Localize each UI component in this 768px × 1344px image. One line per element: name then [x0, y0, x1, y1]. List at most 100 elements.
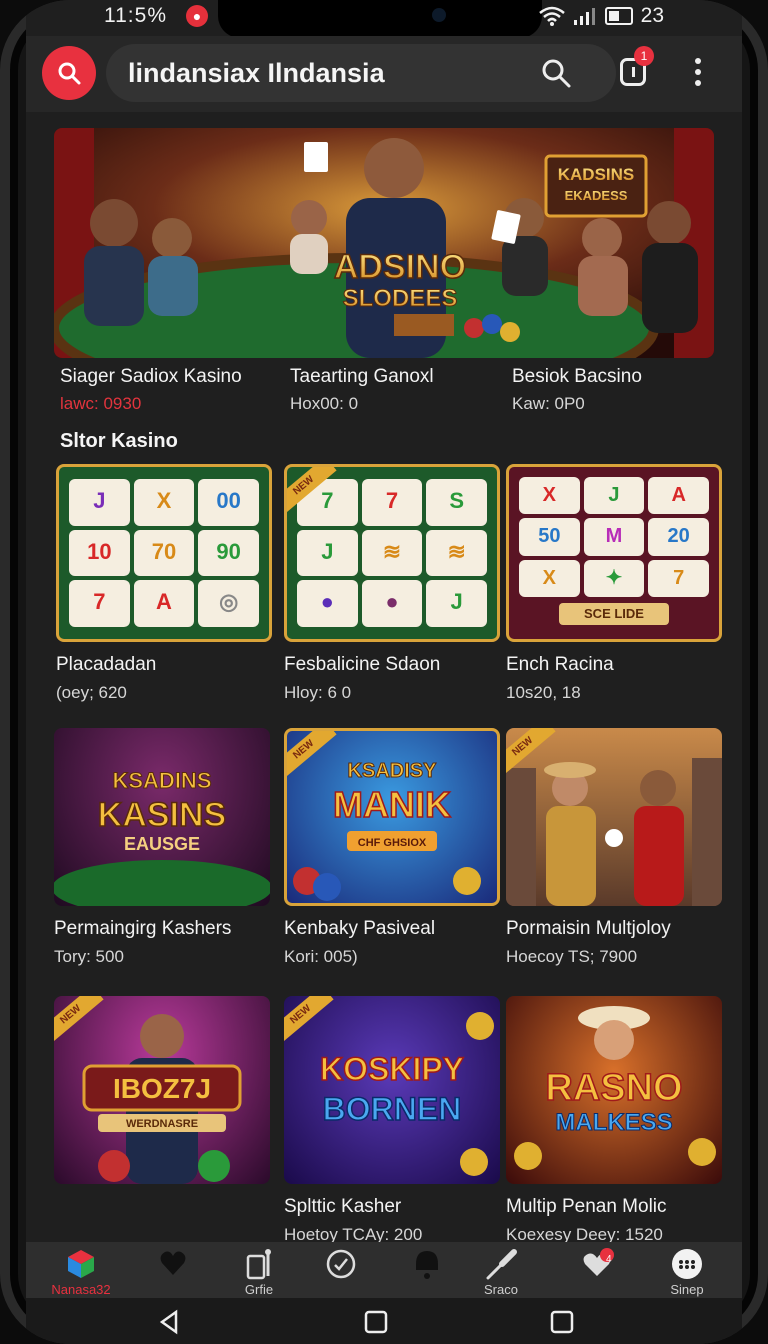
- search-icon: [58, 62, 81, 85]
- content-feed: KADSINS EKADESS ADSINO SLODEES Siager Sa…: [26, 112, 742, 1242]
- nav-item-wishlist[interactable]: 4: [562, 1248, 632, 1282]
- dot-icon: [695, 58, 701, 64]
- manik-art: KSADISY MANIK CHF GHSIOX: [293, 760, 481, 901]
- nav-item-favorites[interactable]: [138, 1248, 208, 1280]
- featured-item[interactable]: Besiok Bacsino Kaw: 0P0: [512, 366, 732, 414]
- reel-symbol: A: [648, 477, 709, 515]
- more-options-button[interactable]: [692, 58, 704, 92]
- banner-headline: ADSINO: [334, 248, 466, 286]
- reel-symbol: A: [133, 580, 195, 627]
- search-query: lindansiax Ilndansia: [128, 58, 385, 88]
- art-line2: WERDNASRE: [126, 1118, 198, 1130]
- art-line1: KOSKIPY: [320, 1051, 464, 1087]
- nav-badge: 4: [606, 1254, 612, 1265]
- back-icon[interactable]: [156, 1308, 184, 1336]
- casino-banner-art: KADSINS EKADESS ADSINO SLODEES: [54, 128, 714, 358]
- rasno-art: RASNO MALKESS: [514, 1006, 716, 1170]
- art-line2: KASINS: [98, 796, 226, 834]
- dot-icon: [695, 80, 701, 86]
- kasins-art: KSADINS KASINS EAUSGE: [54, 768, 270, 906]
- art-line2: MANIK: [333, 784, 451, 825]
- search-submit-icon[interactable]: [539, 56, 573, 90]
- nav-item-more[interactable]: Sinep: [652, 1248, 722, 1297]
- game-card[interactable]: KSADISY MANIK CHF GHSIOX NEW Kenbaky Pas…: [284, 728, 500, 967]
- featured-banner[interactable]: KADSINS EKADESS ADSINO SLODEES: [54, 128, 714, 358]
- nav-item-home[interactable]: Nanasa32: [46, 1248, 116, 1297]
- card-title: Placadadan: [56, 654, 157, 675]
- game-thumbnail: RASNO MALKESS: [506, 996, 722, 1184]
- card-subtitle: Hloy: 6 0: [284, 683, 352, 702]
- game-card[interactable]: KSADINS KASINS EAUSGE Permaingirg Kasher…: [54, 728, 270, 967]
- game-card[interactable]: RASNO MALKESS Multip Penan Molic Koexesy…: [506, 996, 722, 1242]
- koskipy-art: KOSKIPY BORNEN: [319, 1012, 494, 1176]
- art-line1: IBOZ7J: [113, 1073, 211, 1104]
- nav-item-history[interactable]: [306, 1248, 376, 1282]
- reel-symbol: 20: [648, 518, 709, 556]
- system-navigation-bar: [26, 1298, 742, 1344]
- reel-symbol: 90: [198, 529, 259, 577]
- game-card[interactable]: J X 00 10 70 90 7 A ◎ Placadadan (oey; 6…: [56, 464, 272, 703]
- card-title: Fesbalicine Sdaon: [284, 654, 441, 675]
- featured-item[interactable]: Siager Sadiox Kasino lawc: 0930: [60, 366, 280, 414]
- art-line1: RASNO: [545, 1067, 682, 1109]
- card-subtitle: Tory: 500: [54, 947, 124, 966]
- reel-symbol: 00: [198, 479, 259, 526]
- reel-symbol: ✦: [583, 559, 645, 597]
- banner-sign-line2: EKADESS: [565, 188, 628, 203]
- game-card[interactable]: KOSKIPY BORNEN NEW Splttic Kasher Hoetoy…: [284, 996, 500, 1242]
- recents-icon[interactable]: [548, 1308, 576, 1336]
- game-thumbnail: KSADISY MANIK CHF GHSIOX NEW: [284, 728, 500, 906]
- signal-icon: [573, 8, 595, 25]
- reel-symbol: 50: [519, 518, 580, 556]
- game-card[interactable]: X J A 50 M 20 X ✦ 7 SCE LIDE Ench Racina…: [506, 464, 722, 703]
- featured-subtitle: Kaw: 0P0: [512, 394, 585, 413]
- art-line3: EAUSGE: [124, 834, 200, 854]
- game-card[interactable]: NEW Pormaisin Multjoloy Hoecoy TS; 7900: [506, 728, 722, 967]
- game-thumbnail: IBOZ7J WERDNASRE NEW: [54, 996, 270, 1184]
- reel-symbol: 7: [361, 479, 423, 526]
- wifi-icon: [538, 6, 565, 26]
- card-subtitle: Kori: 005): [284, 947, 358, 966]
- card-subtitle: Hoecoy TS; 7900: [506, 947, 638, 966]
- nav-label[interactable]: Sraco: [466, 1282, 536, 1297]
- notification-count: 1: [634, 46, 654, 66]
- reel-symbol: 70: [133, 529, 195, 577]
- game-card[interactable]: 7 7 S J ≋ ≋ ● ● J NEW Fesbalicine Sdaon …: [284, 464, 500, 703]
- reel-symbol: 7: [648, 559, 709, 597]
- nav-item-tools[interactable]: Grfie: [224, 1248, 294, 1297]
- clock-icon: [326, 1249, 356, 1279]
- tools-icon: [246, 1249, 271, 1280]
- game-card[interactable]: IBOZ7J WERDNASRE NEW: [54, 996, 270, 1184]
- top-app-bar: lindansiax Ilndansia 1: [26, 36, 742, 112]
- nav-item-search[interactable]: Sraco: [466, 1248, 536, 1297]
- search-button[interactable]: [42, 46, 96, 100]
- status-icons: 23: [538, 4, 664, 28]
- bell-icon: [416, 1251, 438, 1279]
- featured-title: Taearting Ganoxl: [290, 366, 434, 387]
- art-line3: CHF GHSIOX: [358, 837, 427, 849]
- reel-symbol: M: [583, 518, 645, 556]
- reel-symbol: J: [69, 479, 130, 526]
- reel-symbol: X: [519, 477, 580, 515]
- section-title: Sltor Kasino: [60, 430, 178, 452]
- dot-icon: [695, 69, 701, 75]
- reel-symbol: J: [583, 477, 645, 515]
- heart-icon: [160, 1251, 186, 1275]
- search-input[interactable]: lindansiax Ilndansia: [106, 44, 616, 102]
- game-thumbnail: KSADINS KASINS EAUSGE: [54, 728, 270, 906]
- reel-symbol: J: [426, 580, 487, 627]
- nav-label: Nanasa32: [51, 1282, 111, 1297]
- nav-item-alerts[interactable]: [392, 1248, 462, 1282]
- featured-title: Besiok Bacsino: [512, 366, 642, 387]
- nav-label: Grfie: [244, 1282, 274, 1297]
- app-screen: 11:5% ● 23 lindansiax Ilndansia 1 KADSIN…: [26, 0, 742, 1344]
- notifications-button[interactable]: 1: [618, 46, 654, 86]
- slot-machine-art: X J A 50 M 20 X ✦ 7 SCE LIDE: [506, 464, 722, 642]
- game-thumbnail: KOSKIPY BORNEN NEW: [284, 996, 500, 1184]
- reel-symbol: 10: [69, 529, 130, 577]
- nav-label: Sinep: [670, 1282, 704, 1297]
- featured-item[interactable]: Taearting Ganoxl Hox00: 0: [290, 366, 510, 414]
- slot-machine-art: J X 00 10 70 90 7 A ◎: [56, 464, 272, 642]
- cube-icon: [68, 1250, 94, 1278]
- home-icon[interactable]: [362, 1308, 390, 1336]
